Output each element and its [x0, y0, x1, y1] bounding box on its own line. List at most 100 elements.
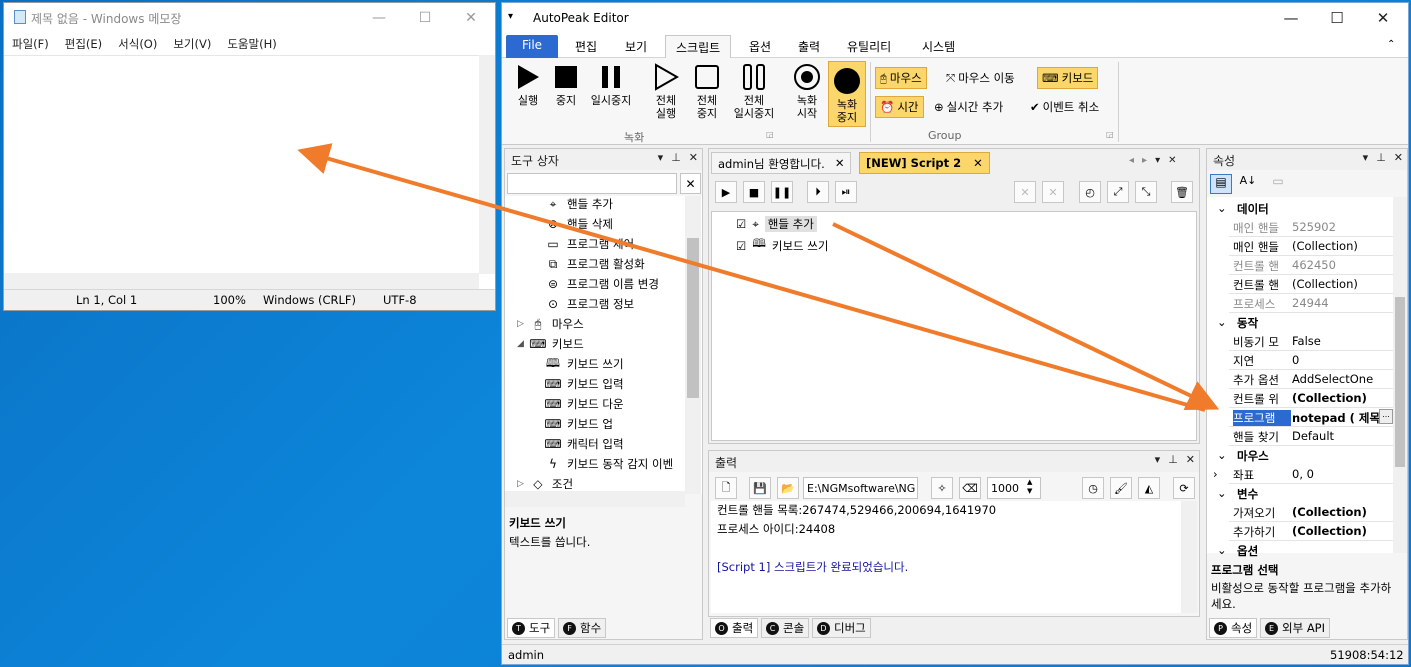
dropdown-icon[interactable]: ▾	[1155, 453, 1161, 466]
close-icon[interactable]: ✕	[1360, 3, 1406, 33]
menu-edit[interactable]: 편집(E)	[57, 33, 110, 55]
collapse-icon[interactable]: ⌄	[1217, 448, 1227, 462]
scroll-thumb[interactable]	[687, 238, 699, 398]
dropdown-icon[interactable]: ▾	[1363, 151, 1369, 164]
toolbox-vertical-scrollbar[interactable]	[685, 196, 701, 494]
toolbox-item[interactable]: ⌖ 핸들 추가	[545, 196, 613, 212]
tab-script[interactable]: 스크립트	[665, 35, 732, 58]
scroll-thumb[interactable]	[1395, 297, 1405, 467]
collapse-icon[interactable]: ⤡	[1135, 181, 1157, 203]
pin-icon[interactable]: ⊥	[1376, 151, 1386, 164]
script-tab-script2[interactable]: [NEW] Script 2 ✕	[859, 152, 990, 174]
pin-icon[interactable]: ⊥	[1168, 453, 1178, 466]
tab-system[interactable]: 시스템	[912, 35, 965, 58]
property-row[interactable]: 매인 핸들 (Collection)	[1229, 237, 1395, 256]
property-row[interactable]: 지연 0	[1229, 351, 1395, 370]
minimize-icon[interactable]: —	[1268, 3, 1314, 33]
expand-arrow-icon[interactable]: ▷	[517, 479, 524, 489]
close-icon[interactable]: ✕	[689, 151, 698, 164]
tab-console[interactable]: C 콘솔	[761, 618, 810, 638]
toolbox-item[interactable]: 🕮 키보드 쓰기	[545, 356, 624, 372]
clock-icon[interactable]: ◷	[1082, 477, 1104, 499]
tab-properties[interactable]: P 속성	[1209, 618, 1258, 638]
script-run-from-icon[interactable]: ⏯	[835, 181, 857, 203]
toolbox-item[interactable]: ⊜ 프로그램 이름 변경	[545, 276, 659, 292]
close-tab-icon[interactable]: ✕	[973, 156, 983, 170]
collapse-icon[interactable]: ⌄	[1217, 201, 1227, 215]
script-tab-welcome[interactable]: admin님 환영합니다. ✕	[711, 152, 852, 174]
output-count-input[interactable]: 1000	[987, 477, 1041, 499]
tab-left-icon[interactable]: ◂	[1129, 155, 1134, 166]
menu-format[interactable]: 서식(O)	[110, 33, 165, 55]
eraser-icon[interactable]: ⌫	[959, 477, 981, 499]
tab-output[interactable]: 출력	[788, 35, 830, 58]
output-scrollbar[interactable]	[1181, 501, 1197, 613]
close-tab-icon[interactable]: ✕	[835, 156, 845, 170]
cancel-event-button[interactable]: ✔ 이벤트 취소	[1026, 96, 1103, 118]
notepad-titlebar[interactable]: 제목 없음 - Windows 메모장 — ☐ ✕	[4, 3, 495, 32]
property-grid-scrollbar[interactable]	[1393, 197, 1407, 553]
property-category[interactable]: ⌄ 마우스	[1211, 446, 1395, 465]
property-row[interactable]: 매인 핸들 525902	[1229, 218, 1395, 237]
toolbox-item[interactable]: ⌨ 키보드 업	[544, 416, 613, 432]
expand-arrow-icon[interactable]: ▷	[517, 319, 524, 329]
mouse-button[interactable]: 🖰 마우스	[875, 67, 927, 89]
checkbox-checked-icon[interactable]: ☑	[736, 239, 746, 253]
script-delete-icon[interactable]: ✕	[1014, 181, 1036, 203]
tab-options[interactable]: 옵션	[739, 35, 781, 58]
maximize-icon[interactable]: ☐	[1314, 3, 1360, 33]
notepad-text-area[interactable]	[4, 55, 495, 289]
close-icon[interactable]: ✕	[1186, 453, 1195, 466]
time-button[interactable]: ⏰ 시간	[875, 96, 924, 118]
toolbox-item[interactable]: ⊙ 프로그램 정보	[545, 296, 634, 312]
property-row[interactable]: 추가하기 (Collection)	[1229, 522, 1395, 541]
property-row[interactable]: 비동기 모 False	[1229, 332, 1395, 351]
property-row[interactable]: 가져오기 (Collection)	[1229, 503, 1395, 522]
ellipsis-button[interactable]: ...	[1379, 409, 1393, 424]
notepad-horizontal-scrollbar[interactable]	[4, 273, 479, 289]
brush-icon[interactable]: 🖌	[1110, 477, 1132, 499]
pin-icon[interactable]: ⊥	[671, 151, 681, 164]
toolbox-item[interactable]: ◢ ⌨ 키보드	[517, 336, 584, 352]
script-step-keyboard-write[interactable]: ☑ 🕮 키보드 쓰기	[736, 236, 828, 255]
property-row[interactable]: › 좌표 0, 0	[1213, 465, 1395, 484]
toolbox-item[interactable]: ▭ 프로그램 제어	[545, 236, 634, 252]
script-run-icon[interactable]: ▶	[715, 181, 737, 203]
toolbox-item[interactable]: ▷ 🖰 마우스	[517, 316, 584, 332]
toolbox-search-input[interactable]	[507, 173, 677, 194]
script-editor[interactable]: ☑ ⌖ 핸들 추가 ☑ 🕮 키보드 쓰기	[711, 211, 1197, 441]
property-category[interactable]: ⌄ 변수	[1211, 484, 1395, 503]
refresh-icon[interactable]: ⟳	[1173, 477, 1195, 499]
tab-edit[interactable]: 편집	[565, 35, 607, 58]
output-path-input[interactable]: E:\NGMsoftware\NG	[803, 477, 918, 499]
property-row[interactable]: 컨트롤 위 (Collection)	[1229, 389, 1395, 408]
collapse-icon[interactable]: ⌄	[1217, 315, 1227, 329]
close-icon[interactable]: ✕	[1394, 151, 1403, 164]
tab-output-log[interactable]: O 출력	[710, 618, 759, 638]
script-delete-all-icon[interactable]: ✕	[1042, 181, 1064, 203]
realtime-add-button[interactable]: ⊕ 실시간 추가	[930, 96, 1007, 118]
menu-view[interactable]: 보기(V)	[165, 33, 219, 55]
tab-right-icon[interactable]: ▸	[1142, 155, 1147, 166]
tab-utility[interactable]: 유틸리티	[837, 35, 901, 58]
record-start-button[interactable]: 녹화 시작	[789, 58, 825, 120]
mouse-move-button[interactable]: ⤧ 마우스 이동	[942, 67, 1019, 89]
notepad-vertical-scrollbar[interactable]	[479, 55, 495, 274]
property-row[interactable]: 컨트롤 핸 (Collection)	[1229, 275, 1395, 294]
toolbox-horizontal-scrollbar[interactable]	[505, 491, 685, 507]
categorized-view-icon[interactable]: ▤	[1210, 174, 1232, 194]
property-row[interactable]: 추가 옵션 AddSelectOne	[1229, 370, 1395, 389]
count-spinner-icon[interactable]: ▲ ▼	[1027, 478, 1032, 496]
property-row[interactable]: 프로세스 24944	[1229, 294, 1395, 313]
expand-icon[interactable]: ›	[1213, 467, 1218, 481]
collapse-icon[interactable]: ⌄	[1217, 486, 1227, 500]
minimize-icon[interactable]: —	[356, 3, 402, 32]
toolbox-item[interactable]: ⧉ 프로그램 활성화	[545, 256, 645, 272]
stop-all-button[interactable]: 전체 중지	[689, 58, 725, 120]
open-folder-icon[interactable]: 📂	[777, 477, 799, 499]
tab-debug[interactable]: D 디버그	[812, 618, 871, 638]
run-all-button[interactable]: 전체 실행	[647, 58, 685, 120]
close-icon[interactable]: ✕	[448, 3, 494, 32]
tab-view[interactable]: 보기	[615, 35, 657, 58]
autopeak-titlebar[interactable]: ▾ AutoPeak Editor — ☐ ✕	[502, 3, 1408, 33]
